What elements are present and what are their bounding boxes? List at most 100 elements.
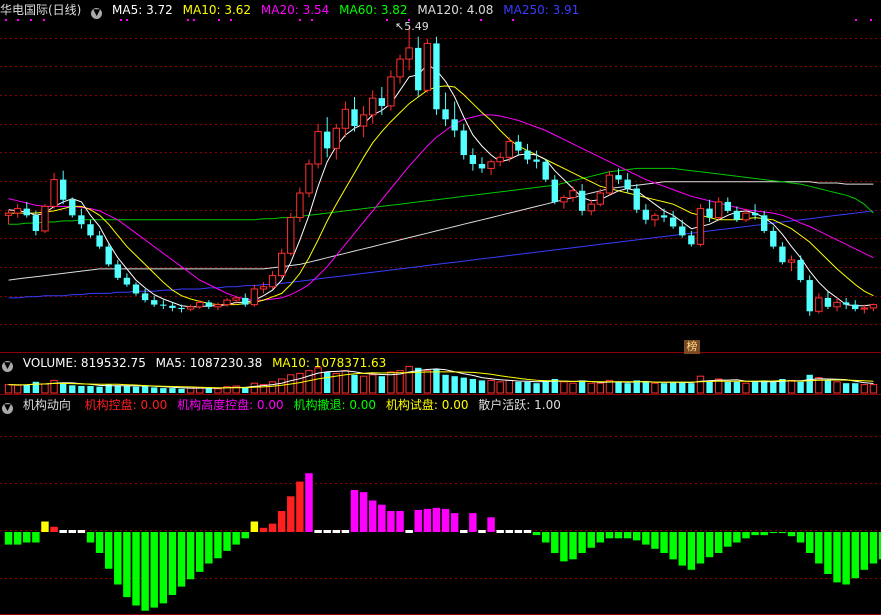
collapse-icon[interactable]: ▼ [91, 8, 103, 19]
indicator-bar [815, 532, 823, 564]
volume-label: VOLUME: 819532.75 [22, 356, 146, 370]
signal-dot [311, 19, 313, 21]
volume-bar [824, 380, 832, 393]
candle-body [250, 288, 259, 306]
candle-body [624, 179, 631, 189]
volume-bar [250, 382, 259, 394]
indicator-bar [469, 513, 477, 532]
volume-bar [478, 380, 486, 393]
signal-dot [855, 19, 857, 21]
indicator-bar [268, 523, 277, 532]
candle-body [569, 190, 577, 198]
indicator-bar [341, 530, 350, 533]
signal-dot [512, 19, 514, 21]
volume-bar [651, 382, 659, 394]
indicator-bar [660, 532, 668, 553]
volume-bar [378, 376, 386, 393]
indicator-bar [296, 481, 304, 532]
collapse-icon[interactable]: ▼ [2, 403, 13, 414]
inst-test-label: 机构试盘: 0.00 [385, 398, 469, 412]
volume-bar [13, 384, 22, 394]
candle-body [324, 131, 331, 149]
indicator-bar [769, 532, 778, 534]
signal-dot [17, 19, 19, 21]
signal-dot [120, 19, 122, 21]
volume-bar [50, 379, 58, 394]
candle-body [770, 230, 777, 247]
ranking-badge[interactable]: 榜 [684, 340, 700, 354]
collapse-icon[interactable]: ▼ [2, 361, 13, 372]
candle-body [78, 215, 85, 225]
volume-bar [688, 383, 695, 393]
indicator-bar [287, 496, 295, 532]
candle-body [105, 246, 112, 265]
indicator-bar [168, 532, 177, 595]
candle-body [259, 286, 268, 290]
indicator-bar [159, 532, 168, 604]
volume-bar [533, 383, 540, 393]
volume-bar [78, 386, 85, 393]
candle-body [824, 297, 832, 307]
indicator-bar [250, 521, 259, 532]
candle-body [651, 214, 659, 221]
indicator-panel-header: ▼ 机构动向 机构控盘: 0.00 机构高度控盘: 0.00 机构撤退: 0.0… [0, 397, 567, 414]
indicator-name[interactable]: 机构动向 [23, 398, 71, 412]
indicator-bar [141, 532, 149, 611]
indicator-bar [714, 532, 723, 553]
indicator-bar [796, 532, 805, 543]
volume-bar [59, 383, 67, 393]
stock-title[interactable]: 华电国际(日线) [0, 3, 81, 17]
volume-bar [770, 381, 777, 393]
peak-price-label: ↖5.49 [395, 20, 429, 33]
ma120-line [8, 181, 874, 281]
indicator-bar [4, 532, 13, 545]
peak-price-value: 5.49 [404, 20, 429, 33]
indicator-bar [587, 532, 595, 548]
volume-bar [305, 370, 313, 394]
volume-bar [359, 375, 368, 394]
signal-dot [299, 19, 301, 21]
candle-body [615, 175, 622, 180]
candle-body [32, 215, 40, 231]
indicator-bar [423, 508, 432, 532]
candle-body [505, 141, 513, 158]
candle-body [332, 127, 340, 149]
candle-body [277, 252, 286, 277]
volume-bar [842, 383, 850, 393]
volume-bar [132, 386, 140, 393]
candle-body [542, 161, 549, 180]
candle-body [223, 299, 231, 306]
candle-body [515, 141, 522, 151]
volume-bar [369, 374, 377, 394]
signal-dot [193, 19, 195, 21]
volume-bar [405, 365, 413, 394]
indicator-bar [860, 532, 869, 570]
candle-body [378, 98, 386, 106]
volume-bar [487, 379, 495, 394]
indicator-bar [205, 532, 213, 564]
volume-bar [869, 384, 878, 394]
candle-body [833, 301, 841, 308]
candle-body [423, 42, 432, 91]
candle-body [387, 76, 395, 107]
indicator-bar [578, 532, 586, 553]
candle-body [405, 47, 413, 60]
ma5-label: MA5: 3.72 [112, 3, 173, 17]
indicator-bar [551, 532, 559, 553]
volume-bar [660, 383, 668, 393]
candle-body [660, 215, 668, 218]
indicator-bar [123, 532, 131, 598]
candle-body [669, 217, 677, 227]
volume-bar [524, 381, 531, 393]
volume-bar [69, 385, 76, 393]
indicator-bar [77, 530, 86, 533]
indicator-bar [824, 532, 832, 574]
stock-chart[interactable] [0, 0, 881, 615]
volume-bar [578, 380, 586, 393]
volume-bar [442, 374, 449, 393]
candle-body [742, 212, 750, 221]
candle-body [487, 161, 495, 169]
candle-body [524, 150, 531, 160]
volume-bar [833, 381, 841, 394]
volume-bar [642, 381, 650, 393]
